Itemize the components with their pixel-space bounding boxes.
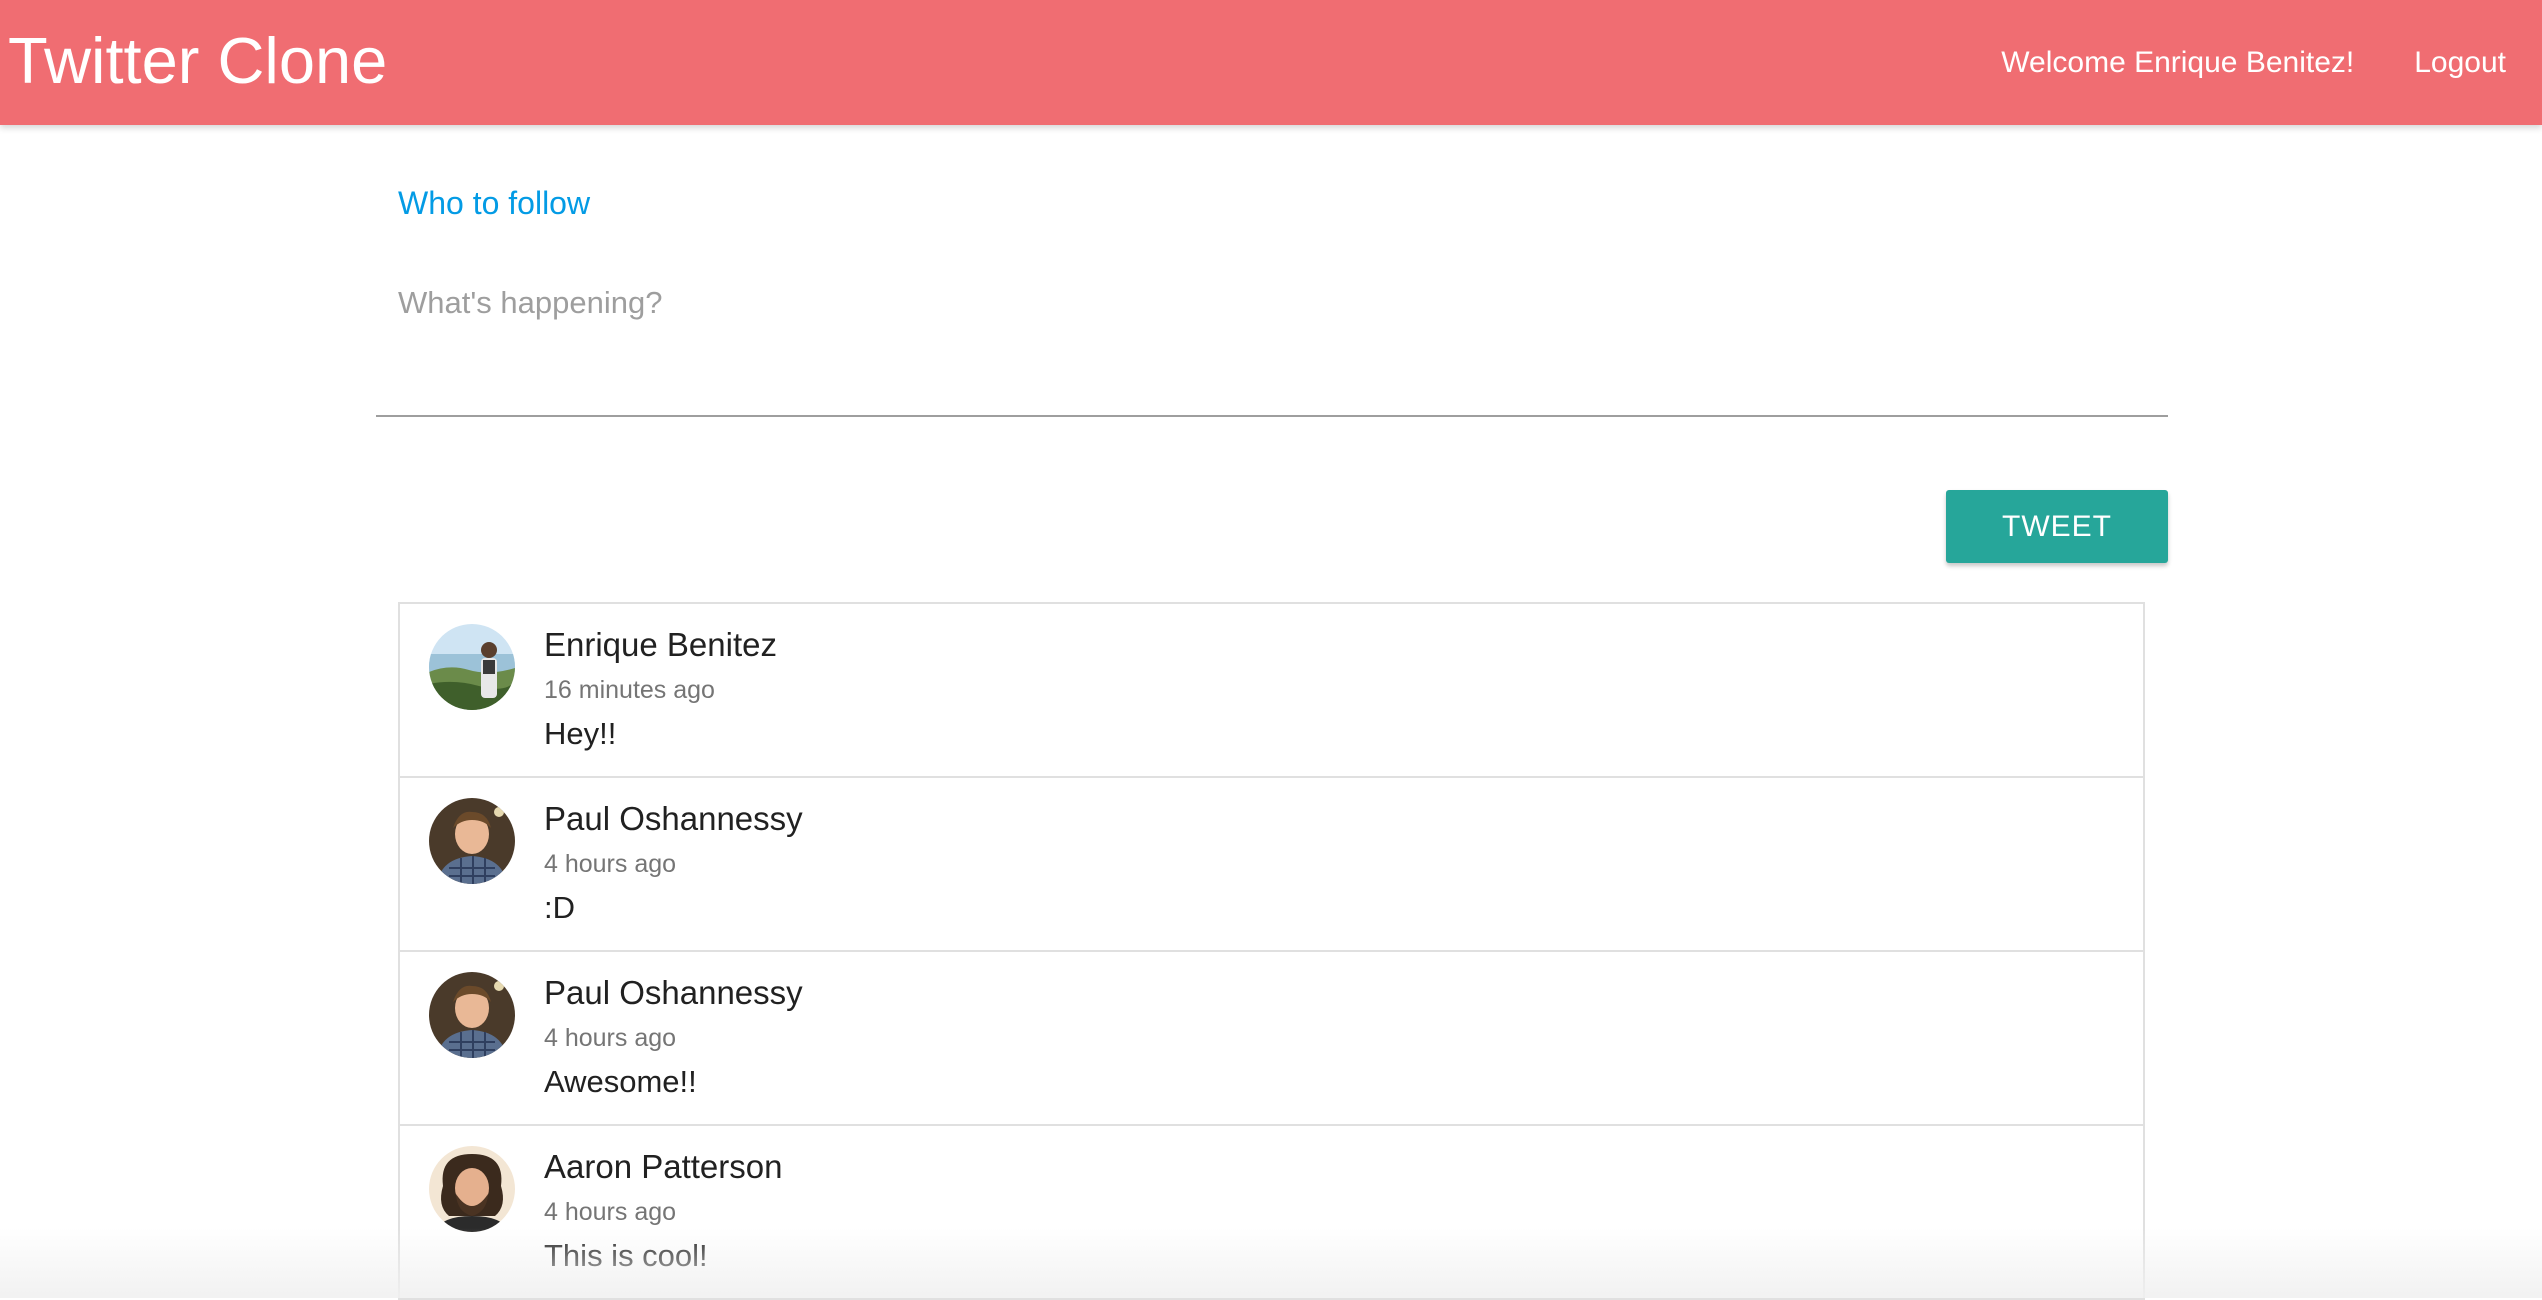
who-to-follow-link[interactable]: Who to follow: [398, 185, 590, 222]
avatar-paul[interactable]: [429, 972, 515, 1058]
brand-logo-link[interactable]: Twitter Clone: [8, 0, 387, 125]
tweet-author-name: Enrique Benitez: [544, 626, 777, 663]
avatar-aaron[interactable]: [429, 1146, 515, 1232]
tweet-button[interactable]: TWEET: [1946, 490, 2168, 563]
tweet-timestamp: 4 hours ago: [544, 850, 677, 878]
tweet-author-name: Paul Oshannessy: [544, 974, 803, 1011]
top-navbar: Twitter Clone Welcome Enrique Benitez! L…: [0, 0, 2542, 125]
tweet-author-name: Paul Oshannessy: [544, 800, 803, 837]
tweet-item: Paul Oshannessy 4 hours ago Awesome!!: [400, 952, 2143, 1126]
tweet-text: :D: [544, 890, 575, 925]
main-container: Who to follow TWEET Enrique Benitez 16 m…: [376, 125, 2168, 1300]
avatar-image: [429, 1146, 515, 1232]
tweet-text: Hey!!: [544, 716, 617, 751]
avatar-image: [429, 798, 515, 884]
tweet-item: Enrique Benitez 16 minutes ago Hey!!: [400, 604, 2143, 778]
nav-right-links: Welcome Enrique Benitez! Logout: [1977, 0, 2542, 125]
tweet-author-name: Aaron Patterson: [544, 1148, 783, 1185]
tweet-feed: Enrique Benitez 16 minutes ago Hey!! Pau…: [398, 602, 2145, 1300]
logout-link[interactable]: Logout: [2390, 46, 2542, 80]
welcome-user-link[interactable]: Welcome Enrique Benitez!: [1977, 46, 2390, 80]
tweet-timestamp: 16 minutes ago: [544, 676, 715, 704]
tweet-item: Aaron Patterson 4 hours ago This is cool…: [400, 1126, 2143, 1300]
tweet-item: Paul Oshannessy 4 hours ago :D: [400, 778, 2143, 952]
tweet-text: This is cool!: [544, 1238, 708, 1273]
tweet-timestamp: 4 hours ago: [544, 1024, 677, 1052]
tweet-timestamp: 4 hours ago: [544, 1198, 677, 1226]
avatar-image: [429, 624, 515, 710]
tweet-composer-input[interactable]: [376, 285, 2168, 417]
avatar-paul[interactable]: [429, 798, 515, 884]
tweet-text: Awesome!!: [544, 1064, 697, 1099]
avatar-enrique[interactable]: [429, 624, 515, 710]
avatar-image: [429, 972, 515, 1058]
